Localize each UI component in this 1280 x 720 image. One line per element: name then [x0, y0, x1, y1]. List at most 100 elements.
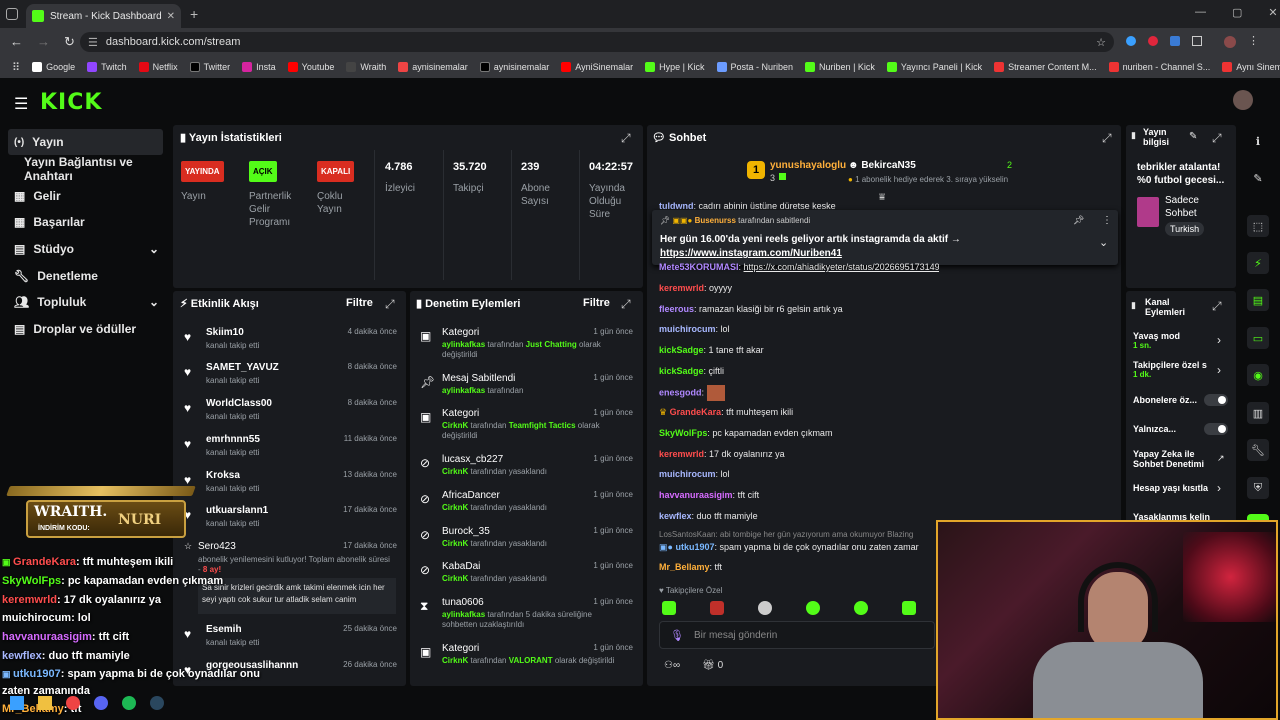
- bookmark[interactable]: AyniSinemalar: [561, 62, 633, 72]
- chat-user[interactable]: kickSadge: [659, 345, 704, 355]
- tab-close-icon[interactable]: ✕: [167, 11, 175, 22]
- expand-icon[interactable]: ⤢: [621, 297, 631, 312]
- sidebar-item-topluluk[interactable]: 👥︎ Topluluk ⌄: [8, 289, 163, 315]
- forward-icon[interactable]: →: [37, 34, 50, 50]
- bookmark[interactable]: Google: [32, 62, 75, 72]
- extension-icon[interactable]: [1126, 36, 1136, 46]
- category-name[interactable]: Sadece Sohbet: [1165, 194, 1225, 220]
- hamburger-menu-icon[interactable]: ☰: [14, 94, 28, 114]
- tab-search-icon[interactable]: [6, 8, 18, 20]
- chat-button[interactable]: ▭: [1247, 327, 1269, 349]
- expand-icon[interactable]: ⤢: [1212, 131, 1222, 146]
- bookmark[interactable]: Insta: [242, 62, 276, 72]
- mod-user[interactable]: CirknK: [442, 574, 468, 583]
- chat-link[interactable]: https://x.com/ahiadikyeter/status/202669…: [744, 262, 939, 272]
- expand-icon[interactable]: ⤢: [621, 131, 631, 146]
- file-explorer-icon[interactable]: [38, 696, 52, 710]
- sidebar-item-denetleme[interactable]: 🔧︎ Denetleme: [8, 263, 163, 289]
- minimize-icon[interactable]: —: [1195, 6, 1206, 19]
- emote-icon[interactable]: [710, 601, 724, 615]
- chat-user[interactable]: kewflex: [659, 511, 692, 521]
- sidebar-item-yayin[interactable]: (•) Yayın: [8, 129, 163, 155]
- bookmark[interactable]: Aynı Sinemalar - Ça...: [1222, 62, 1280, 72]
- lightning-button[interactable]: ⚡︎: [1247, 252, 1269, 274]
- bookmark[interactable]: Streamer Content M...: [994, 62, 1097, 72]
- slow-mode-action[interactable]: Yavaş mod 1 sn.: [1133, 331, 1223, 350]
- sidebar-item-basarilar[interactable]: ▦ Başarılar: [8, 209, 163, 235]
- emote-icon[interactable]: [758, 601, 772, 615]
- external-link-icon[interactable]: ↗: [1217, 453, 1225, 464]
- bookmark[interactable]: aynisinemalar: [398, 62, 468, 72]
- chevron-right-icon[interactable]: ›: [1217, 481, 1221, 495]
- browser-menu-icon[interactable]: ⋮: [1248, 36, 1259, 48]
- sidebar-item-stream-key[interactable]: Yayın Bağlantısı ve Anahtarı: [18, 155, 178, 183]
- windows-start-icon[interactable]: [10, 696, 24, 710]
- chat-user[interactable]: fleerous: [659, 304, 694, 314]
- chat-user[interactable]: SkyWolFps: [659, 428, 707, 438]
- bookmark[interactable]: Nuriben | Kick: [805, 62, 875, 72]
- event-user[interactable]: WorldClass00: [206, 398, 272, 409]
- info-button[interactable]: ℹ: [1247, 130, 1269, 152]
- event-user[interactable]: Sero423: [198, 541, 236, 552]
- activity-filter-button[interactable]: Filtre: [346, 297, 373, 309]
- close-window-icon[interactable]: ✕: [1268, 6, 1277, 19]
- expand-icon[interactable]: ⤢: [1102, 131, 1112, 146]
- event-user[interactable]: Esemih: [206, 624, 242, 635]
- followers-only-action[interactable]: Takipçilere özel s1 dk.: [1133, 360, 1213, 379]
- mod-user[interactable]: CirknK: [442, 539, 468, 548]
- chat-user[interactable]: GrandeKara: [670, 407, 722, 417]
- expand-icon[interactable]: ⤢: [385, 297, 395, 312]
- chat-user[interactable]: kickSadge: [659, 366, 704, 376]
- mod-user[interactable]: aylinkafkas: [442, 340, 485, 349]
- browser-tab[interactable]: Stream - Kick Dashboard ✕: [26, 4, 181, 28]
- chrome-icon[interactable]: [66, 696, 80, 710]
- reply-context[interactable]: LosSantosKaan: abi tombige her gün yazıy…: [659, 530, 937, 539]
- edit-pencil-icon[interactable]: ✎: [1189, 131, 1197, 142]
- broadcast-button[interactable]: ◉: [1247, 364, 1269, 386]
- bookmark[interactable]: nuriben - Channel S...: [1108, 62, 1210, 72]
- sidebar-item-droplar[interactable]: ▤ Droplar ve ödüller: [8, 316, 163, 342]
- extensions-puzzle-icon[interactable]: [1192, 36, 1202, 46]
- extension-icon[interactable]: [1148, 36, 1158, 46]
- layout-button[interactable]: ▥: [1247, 402, 1269, 424]
- back-icon[interactable]: ←: [10, 34, 23, 50]
- emote-icon[interactable]: [662, 601, 676, 615]
- pinned-link[interactable]: https://www.instagram.com/Nuriben41: [660, 248, 842, 259]
- chat-user[interactable]: keremwrld: [659, 449, 704, 459]
- more-options-icon[interactable]: ⋮: [1102, 215, 1112, 226]
- event-user[interactable]: Kroksa: [206, 470, 240, 481]
- extension-icon[interactable]: [1170, 36, 1180, 46]
- mod-user[interactable]: CirknK: [442, 421, 468, 430]
- mod-user[interactable]: aylinkafkas: [442, 386, 485, 395]
- bookmark[interactable]: Twitch: [87, 62, 127, 72]
- kick-logo[interactable]: KICK: [40, 90, 102, 115]
- bookmark[interactable]: aynisinemalar: [479, 62, 549, 72]
- chat-user[interactable]: muichirocum: [659, 469, 716, 479]
- chat-user[interactable]: utku1907: [675, 542, 714, 552]
- chevron-right-icon[interactable]: ›: [1217, 363, 1221, 377]
- unpin-icon[interactable]: 📌︎: [1073, 215, 1084, 226]
- mod-user[interactable]: CirknK: [442, 503, 468, 512]
- pinned-user[interactable]: Busenurss: [695, 216, 736, 225]
- chevron-right-icon[interactable]: ›: [1217, 333, 1221, 347]
- shield-button[interactable]: ⛨: [1247, 477, 1269, 499]
- new-tab-icon[interactable]: +: [190, 6, 198, 22]
- emote-icon[interactable]: [902, 601, 916, 615]
- profile-icon[interactable]: [1224, 36, 1236, 48]
- emote-icon[interactable]: [854, 601, 868, 615]
- maximize-icon[interactable]: ▢: [1232, 6, 1242, 19]
- top-gifter-name[interactable]: yunushayaloglu: [770, 160, 846, 171]
- bookmark[interactable]: Twitter: [189, 62, 230, 72]
- bookmark[interactable]: Netflix: [138, 62, 178, 72]
- event-user[interactable]: utkuarslann1: [206, 505, 268, 516]
- steam-icon[interactable]: [150, 696, 164, 710]
- apps-grid-icon[interactable]: ⠿: [12, 61, 20, 74]
- user-avatar[interactable]: [1233, 90, 1253, 110]
- sidebar-item-studyo[interactable]: ▤ Stüdyo ⌄: [8, 236, 163, 262]
- spotify-icon[interactable]: [122, 696, 136, 710]
- bookmark[interactable]: Youtube: [287, 62, 334, 72]
- bookmark[interactable]: Yayıncı Paneli | Kick: [886, 62, 982, 72]
- mod-user[interactable]: aylinkafkas: [442, 610, 485, 619]
- chat-input[interactable]: 🎙︎ Bir mesaj gönderin: [659, 621, 935, 649]
- event-user[interactable]: Skiim10: [206, 327, 244, 338]
